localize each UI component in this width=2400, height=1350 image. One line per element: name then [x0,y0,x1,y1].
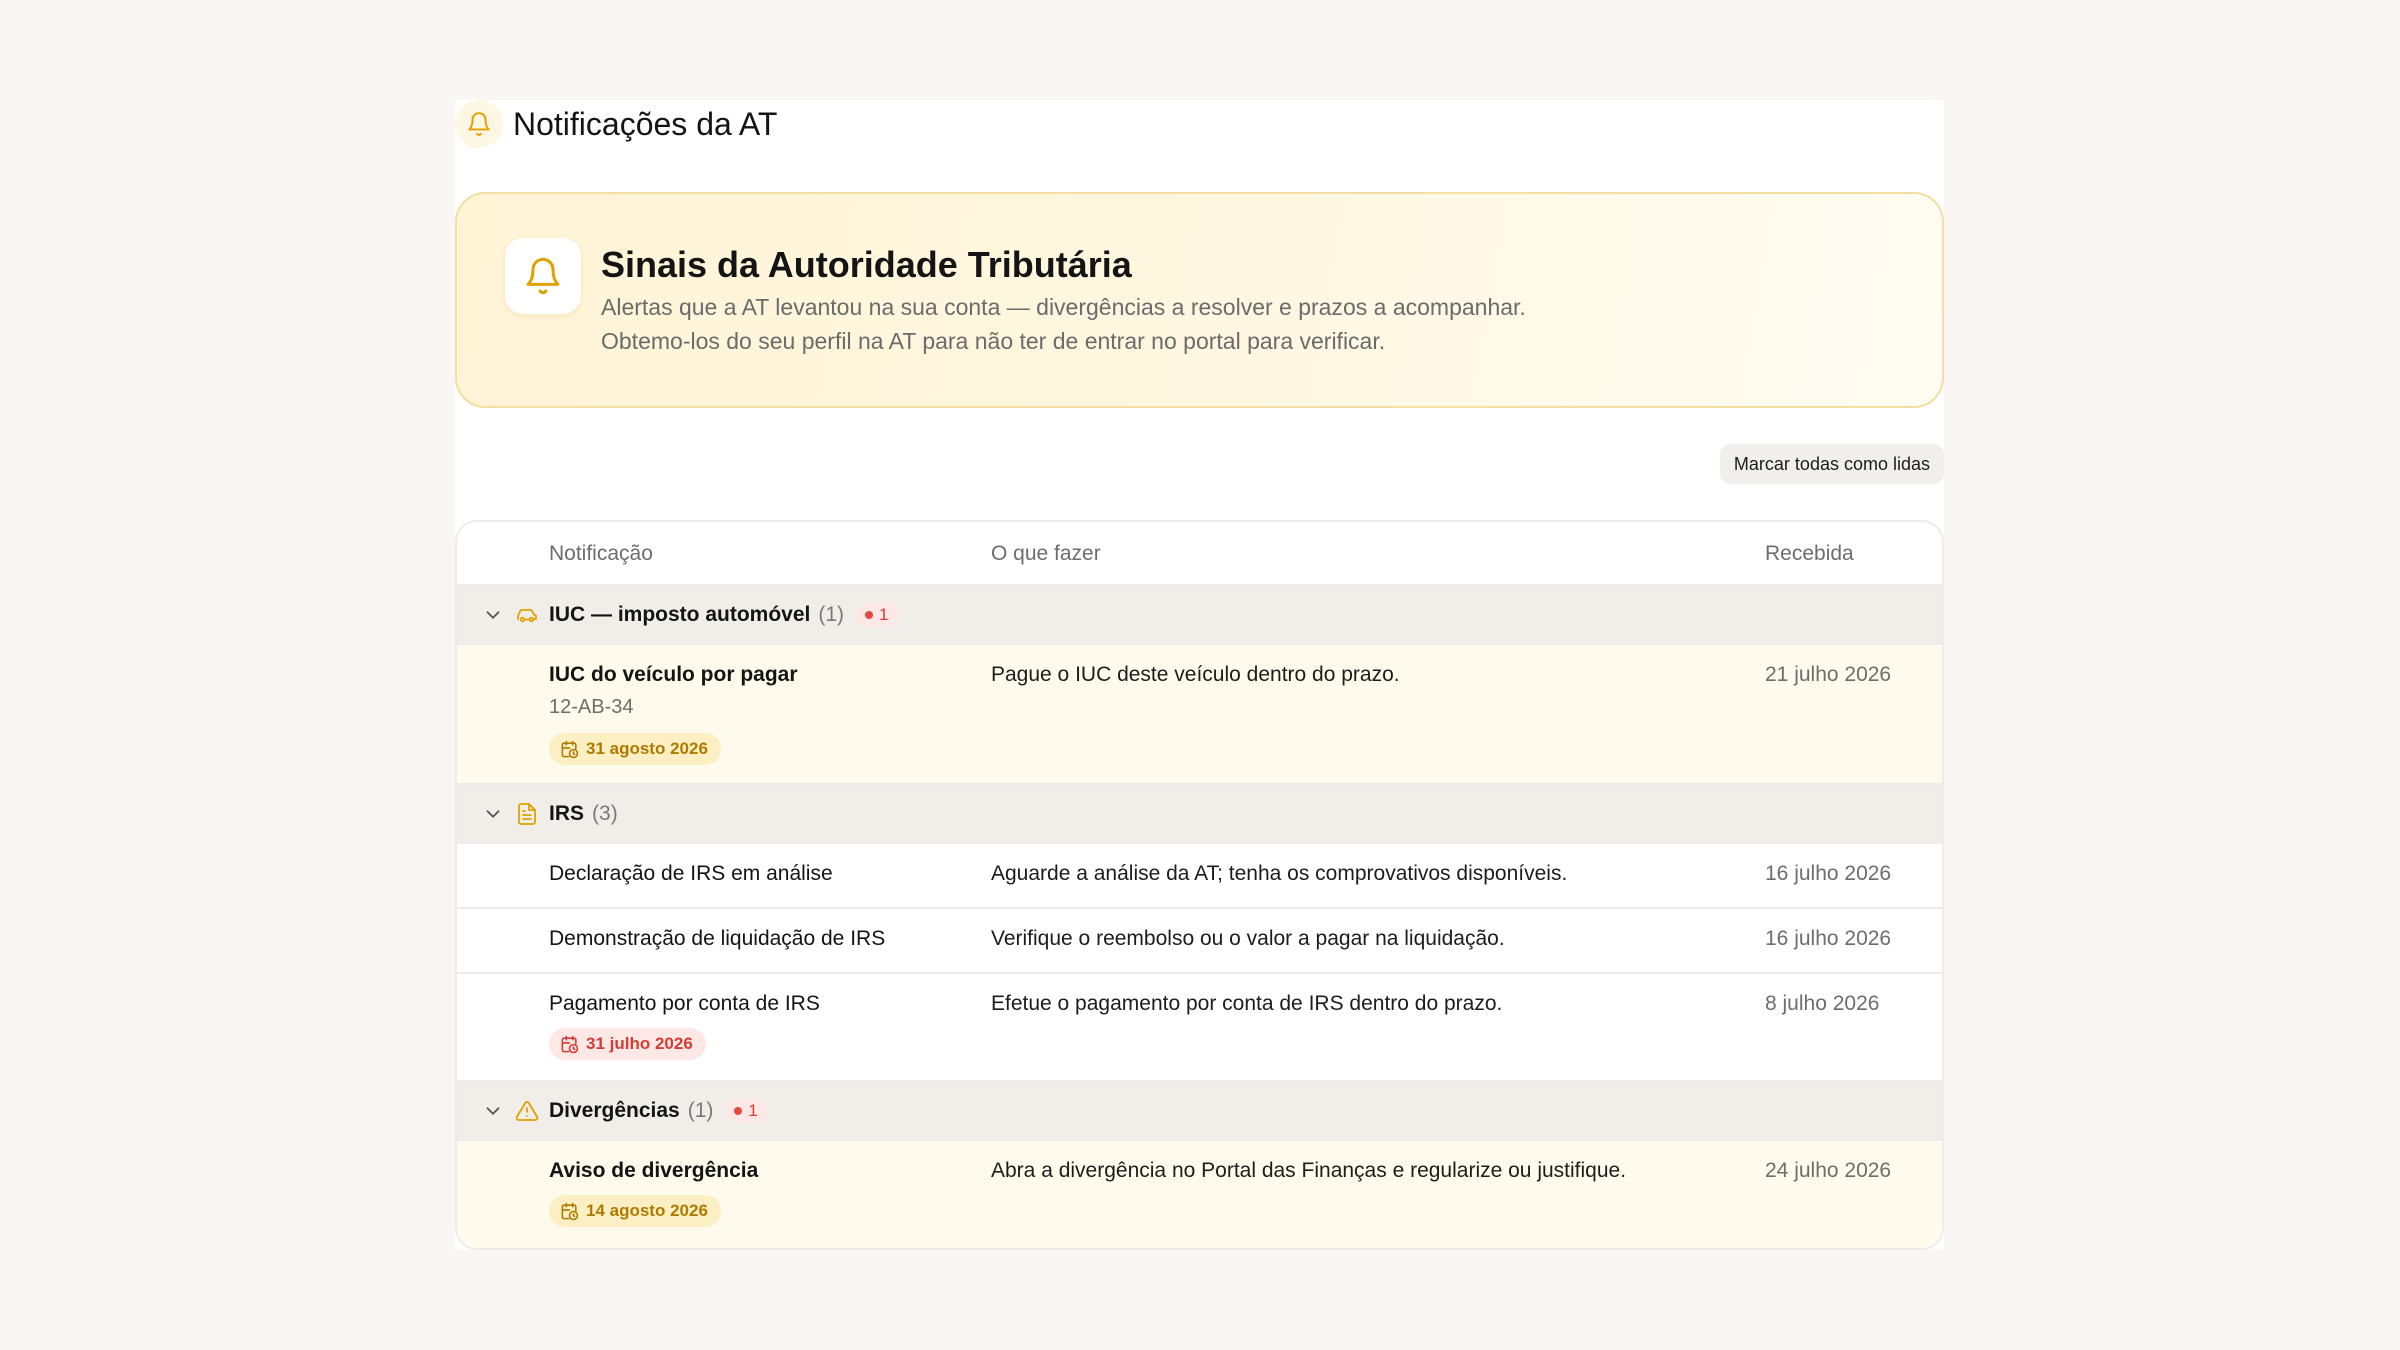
deadline-badge: 14 agosto 2026 [549,1195,721,1227]
deadline-badge: 31 julho 2026 [549,1028,706,1060]
deadline-date: 31 julho 2026 [586,1034,693,1053]
chevron-down-icon[interactable] [482,604,504,626]
group-count: (1) [687,1099,714,1122]
notification-action: Pague o IUC deste veículo dentro do praz… [991,663,1400,686]
calendar-clock-icon [561,740,579,758]
calendar-clock-icon [561,1202,579,1220]
received-date: 8 julho 2026 [1765,992,1880,1015]
group-count: (1) [818,603,845,626]
table-row[interactable]: Pagamento por conta de IRS 31 julho 2026… [457,974,1942,1082]
received-date: 16 julho 2026 [1765,927,1892,950]
received-date: 16 julho 2026 [1765,862,1892,885]
column-header-todo: O que fazer [991,542,1101,565]
group-header-iuc[interactable]: IUC — imposto automóvel (1) 1 [457,586,1942,645]
page-header: Notificações da AT [455,100,1944,148]
table-row[interactable]: IUC do veículo por pagar 12-AB-34 31 ago… [457,645,1942,785]
notification-title: Pagamento por conta de IRS [549,992,820,1015]
group-label: IUC — imposto automóvel (1) 1 [549,603,898,627]
unread-badge: 1 [856,603,898,627]
chevron-down-icon[interactable] [482,1100,504,1122]
unread-dot-icon [865,611,874,619]
car-icon [517,609,537,623]
page-title: Notificações da AT [513,105,778,142]
notification-title: Demonstração de liquidação de IRS [549,927,886,950]
column-header-received: Recebida [1765,542,1854,565]
notifications-page: Notificações da AT Sinais da Autoridade … [455,100,1944,1250]
notification-action: Verifique o reembolso ou o valor a pagar… [991,927,1505,950]
column-header-notification: Notificação [549,542,653,565]
banner-title: Sinais da Autoridade Tributária [601,244,1132,285]
bell-icon [455,100,503,148]
notification-title: Aviso de divergência [549,1159,759,1182]
deadline-badge: 31 agosto 2026 [549,733,721,765]
group-header-irs[interactable]: IRS (3) [457,785,1942,844]
table-row[interactable]: Demonstração de liquidação de IRS Verifi… [457,909,1942,974]
notification-title: Declaração de IRS em análise [549,862,833,885]
calendar-clock-icon [561,1035,579,1053]
chevron-down-icon[interactable] [482,803,504,825]
bell-icon [505,238,581,314]
deadline-date: 14 agosto 2026 [586,1201,708,1220]
notification-action: Efetue o pagamento por conta de IRS dent… [991,992,1503,1015]
group-title: Divergências [549,1099,680,1122]
notification-action: Aguarde a análise da AT; tenha os compro… [991,862,1568,885]
vehicle-plate: 12-AB-34 [549,696,634,718]
banner-description: Obtemo-los do seu perfil na AT para não … [601,328,1386,354]
group-label: Divergências (1) 1 [549,1099,767,1123]
info-banner: Sinais da Autoridade Tributária Alertas … [455,192,1944,408]
group-title: IRS [549,802,585,825]
group-title: IUC — imposto automóvel [549,603,811,626]
document-icon [518,803,536,825]
unread-badge: 1 [725,1099,767,1123]
received-date: 24 julho 2026 [1765,1159,1892,1182]
received-date: 21 julho 2026 [1765,663,1892,686]
group-count: (3) [592,802,618,825]
banner-description: Alertas que a AT levantou na sua conta —… [601,294,1526,320]
mark-all-read-button[interactable]: Marcar todas como lidas [1719,444,1944,484]
unread-dot-icon [734,1107,743,1115]
unread-count: 1 [748,1101,758,1120]
table-row[interactable]: Declaração de IRS em análise Aguarde a a… [457,844,1942,909]
warning-icon [515,1101,539,1121]
table-row[interactable]: Aviso de divergência 14 agosto 2026 Abra… [457,1141,1942,1248]
notification-title: IUC do veículo por pagar [549,663,798,686]
deadline-date: 31 agosto 2026 [586,739,708,758]
table-header: Notificação O que fazer Recebida [457,522,1942,586]
notification-action: Abra a divergência no Portal das Finança… [991,1159,1627,1182]
group-header-divergencias[interactable]: Divergências (1) 1 [457,1082,1942,1141]
group-label: IRS (3) [549,802,618,826]
unread-count: 1 [879,605,889,624]
notifications-table: Notificação O que fazer Recebida IUC — i… [455,520,1944,1250]
